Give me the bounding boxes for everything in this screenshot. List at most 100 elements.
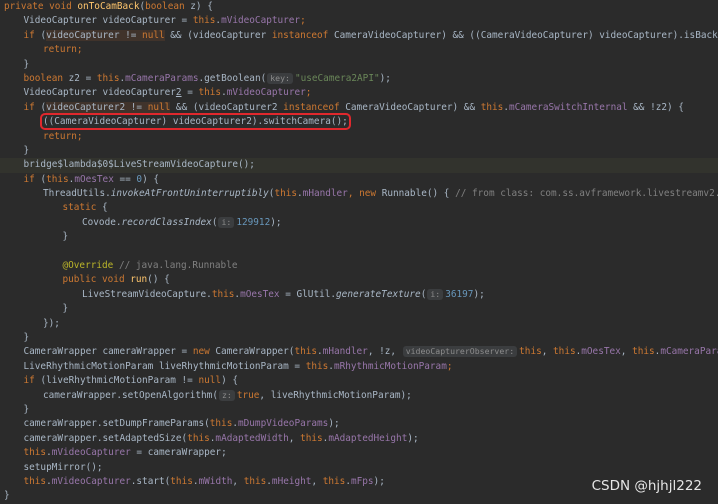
code-line-content: }: [24, 59, 30, 70]
code-line-content: }: [24, 332, 30, 343]
code-token: VideoCapturer videoCapturer =: [23, 15, 193, 27]
highlighted-statement: ((CameraVideoCapturer) videoCapturer2).s…: [40, 113, 351, 131]
code-token: mOesTex: [74, 173, 114, 185]
code-token: mOesTex: [581, 346, 621, 358]
code-line[interactable]: return;: [0, 43, 718, 57]
code-line[interactable]: @Override // java.lang.Runnable: [0, 259, 718, 273]
code-line[interactable]: }: [0, 403, 718, 417]
parameter-hint: videoCapturerObserver:: [402, 346, 518, 358]
code-line[interactable]: LiveStreamVideoCapture.this.mOesTex = Gl…: [0, 288, 718, 302]
code-token: ,: [288, 432, 301, 444]
code-token: run: [130, 274, 148, 286]
code-token: ;: [305, 87, 312, 99]
code-line[interactable]: public void run() {: [0, 273, 718, 287]
code-token: (liveRhythmicMotionParam !=: [40, 375, 199, 387]
code-line-content: }: [63, 231, 69, 242]
code-line-content: }: [4, 490, 10, 501]
code-line[interactable]: Covode.recordClassIndex(i: 129912);: [0, 216, 718, 230]
code-token: Covode.: [82, 216, 122, 228]
code-line[interactable]: bridge$lambda$0$LiveStreamVideoCapture()…: [0, 158, 718, 173]
code-token: Runnable() {: [381, 188, 456, 200]
code-line-content: @Override // java.lang.Runnable: [63, 260, 238, 271]
code-token: VideoCapturer videoCapturer: [23, 87, 176, 99]
code-line[interactable]: if (videoCapturer2 != null && (videoCapt…: [0, 101, 718, 115]
code-token: this: [170, 475, 193, 487]
code-token: =: [181, 87, 199, 99]
code-token: this: [192, 15, 216, 27]
code-token: null: [198, 375, 222, 387]
code-token: ((CameraVideoCapturer) videoCapturer2).s…: [43, 116, 348, 128]
code-line[interactable]: CameraWrapper cameraWrapper = new Camera…: [0, 345, 718, 359]
code-line-content: ThreadUtils.invokeAtFrontUninterruptibly…: [43, 188, 718, 199]
code-token: ,: [311, 475, 323, 487]
code-line[interactable]: ThreadUtils.invokeAtFrontUninterruptibly…: [0, 187, 718, 201]
code-token: ) {: [142, 173, 160, 185]
code-line[interactable]: if (videoCapturer != null && (videoCaptu…: [0, 29, 718, 43]
code-token: "useCamera2API": [294, 72, 380, 84]
code-token: mCameraParams: [125, 72, 199, 84]
code-line[interactable]: });: [0, 317, 718, 331]
code-token: return: [43, 130, 77, 142]
parameter-hint: z:: [218, 389, 235, 401]
code-line[interactable]: VideoCapturer videoCapturer = this.mVide…: [0, 14, 718, 28]
code-token: mVideoCapturer: [51, 447, 131, 459]
code-line-content: Covode.recordClassIndex(i: 129912);: [82, 216, 282, 228]
parameter-hint: key:: [267, 72, 293, 84]
code-token: this: [198, 87, 222, 99]
code-token: ) {: [221, 375, 238, 387]
code-line[interactable]: this.mVideoCapturer = cameraWrapper;: [0, 446, 718, 460]
code-token: invokeAtFrontUninterruptibly: [110, 188, 269, 200]
code-token: && (videoCapturer: [164, 29, 272, 41]
code-token: }: [23, 58, 30, 70]
code-line-content: LiveRhythmicMotionParam liveRhythmicMoti…: [24, 361, 453, 372]
code-token: cameraWrapper.setAdaptedSize(: [23, 432, 188, 444]
code-line[interactable]: if (liveRhythmicMotionParam != null) {: [0, 374, 718, 388]
watermark-text: CSDN @hjhjl222: [591, 478, 702, 494]
code-line-content: cameraWrapper.setAdaptedSize(this.mAdapt…: [24, 433, 419, 444]
code-token: LiveRhythmicMotionParam liveRhythmicMoti…: [23, 360, 306, 372]
code-line[interactable]: return;: [0, 130, 718, 144]
code-line-content: if (videoCapturer != null && (videoCaptu…: [24, 29, 718, 41]
code-line[interactable]: setupMirror();: [0, 461, 718, 475]
code-token: mVideoCapturer: [226, 87, 306, 99]
code-line[interactable]: }: [0, 58, 718, 72]
code-token: generateTexture: [336, 288, 421, 300]
code-line[interactable]: }: [0, 230, 718, 244]
code-token: ;: [300, 15, 306, 27]
code-line[interactable]: cameraWrapper.setAdaptedSize(this.mAdapt…: [0, 432, 718, 446]
code-line[interactable]: [0, 245, 718, 259]
code-line-content: if (liveRhythmicMotionParam != null) {: [24, 375, 239, 386]
code-line-content: });: [43, 318, 60, 329]
code-token: this: [519, 346, 542, 358]
code-line[interactable]: ((CameraVideoCapturer) videoCapturer2).s…: [0, 113, 718, 131]
code-token: true: [236, 389, 260, 401]
code-line[interactable]: }: [0, 144, 718, 158]
code-line-content: if (this.mOesTex == 0) {: [24, 174, 160, 185]
code-token: mDumpVideoParams: [238, 418, 329, 430]
code-token: mCameraSwitchInternal: [508, 101, 628, 113]
code-line[interactable]: if (this.mOesTex == 0) {: [0, 173, 718, 187]
code-token: this: [96, 72, 120, 84]
code-token: mVideoCapturer: [51, 475, 131, 487]
code-line[interactable]: static {: [0, 201, 718, 215]
code-token: this: [209, 418, 233, 430]
code-token: }: [23, 331, 30, 343]
code-line[interactable]: boolean z2 = this.mCameraParams.getBoole…: [0, 72, 718, 86]
code-token: instanceof: [283, 101, 346, 113]
code-token: this: [187, 432, 210, 444]
code-token: });: [43, 317, 60, 329]
code-token: );: [270, 216, 282, 228]
code-line[interactable]: cameraWrapper.setOpenAlgorithm(z: true, l…: [0, 389, 718, 403]
code-token: this: [243, 475, 267, 487]
code-line[interactable]: cameraWrapper.setDumpFrameParams(this.mD…: [0, 417, 718, 431]
code-line[interactable]: VideoCapturer videoCapturer2 = this.mVid…: [0, 86, 718, 100]
code-line[interactable]: }: [0, 331, 718, 345]
code-token: );: [379, 72, 391, 84]
code-line[interactable]: private void onToCamBack(boolean z) {: [0, 0, 718, 14]
code-line[interactable]: LiveRhythmicMotionParam liveRhythmicMoti…: [0, 360, 718, 374]
code-editor[interactable]: private void onToCamBack(boolean z) {Vid…: [0, 0, 718, 504]
code-token: videoCapturer !=: [46, 29, 143, 41]
code-line[interactable]: }: [0, 302, 718, 316]
code-token: if: [23, 101, 41, 113]
code-token: instanceof: [271, 29, 334, 41]
